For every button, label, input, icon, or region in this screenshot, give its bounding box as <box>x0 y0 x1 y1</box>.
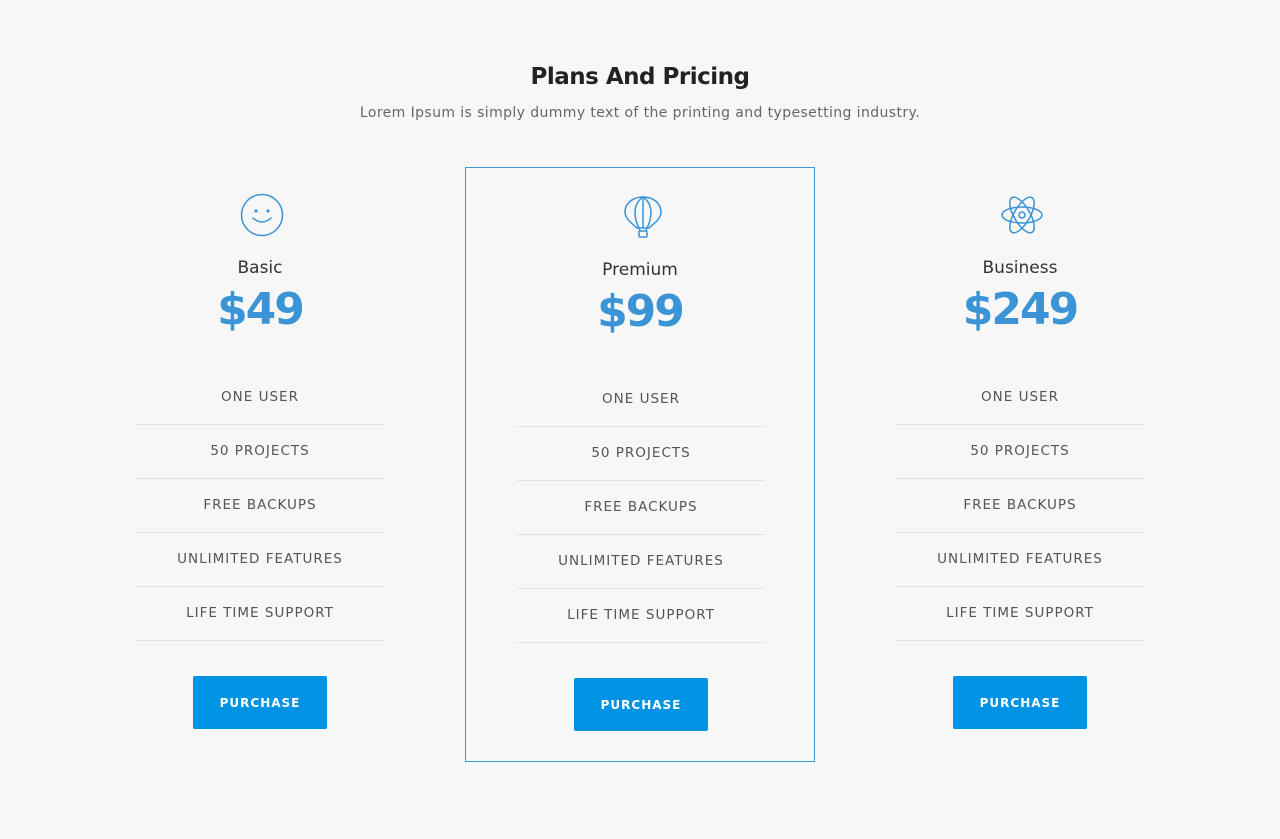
feature-item: UNLIMITED FEATURES <box>136 533 384 587</box>
feature-item: LIFE TIME SUPPORT <box>136 587 384 641</box>
plan-name: Business <box>982 258 1058 278</box>
plan-name: Basic <box>237 258 283 278</box>
plan-price: $49 <box>217 284 305 335</box>
plan-card-basic: Basic $49 ONE USER 50 PROJECTS FREE BACK… <box>85 166 435 761</box>
feature-item: FREE BACKUPS <box>517 481 765 535</box>
feature-item: ONE USER <box>136 371 384 425</box>
purchase-button-business[interactable]: PURCHASE <box>953 676 1087 729</box>
plan-card-business: Business $249 ONE USER 50 PROJECTS FREE … <box>845 166 1195 761</box>
feature-item: UNLIMITED FEATURES <box>896 533 1144 587</box>
feature-item: LIFE TIME SUPPORT <box>896 587 1144 641</box>
feature-item: LIFE TIME SUPPORT <box>517 589 765 643</box>
section-subtitle: Lorem Ipsum is simply dummy text of the … <box>359 105 921 121</box>
feature-list: ONE USER 50 PROJECTS FREE BACKUPS UNLIMI… <box>896 371 1144 641</box>
plan-card-premium: Premium $99 ONE USER 50 PROJECTS FREE BA… <box>465 167 815 762</box>
hot-air-balloon-icon <box>621 195 665 239</box>
feature-item: FREE BACKUPS <box>136 479 384 533</box>
feature-item: FREE BACKUPS <box>896 479 1144 533</box>
feature-list: ONE USER 50 PROJECTS FREE BACKUPS UNLIMI… <box>517 373 765 643</box>
section-title: Plans And Pricing <box>530 64 750 90</box>
feature-list: ONE USER 50 PROJECTS FREE BACKUPS UNLIMI… <box>136 371 384 641</box>
feature-item: ONE USER <box>517 373 765 427</box>
feature-item: 50 PROJECTS <box>896 425 1144 479</box>
smiley-icon <box>240 193 284 237</box>
feature-item: 50 PROJECTS <box>136 425 384 479</box>
feature-item: ONE USER <box>896 371 1144 425</box>
plan-name: Premium <box>602 260 678 280</box>
feature-item: 50 PROJECTS <box>517 427 765 481</box>
plan-price: $99 <box>597 286 685 337</box>
purchase-button-premium[interactable]: PURCHASE <box>574 678 708 731</box>
feature-item: UNLIMITED FEATURES <box>517 535 765 589</box>
purchase-button-basic[interactable]: PURCHASE <box>193 676 327 729</box>
plan-price: $249 <box>962 284 1079 335</box>
atom-icon <box>1000 193 1044 237</box>
